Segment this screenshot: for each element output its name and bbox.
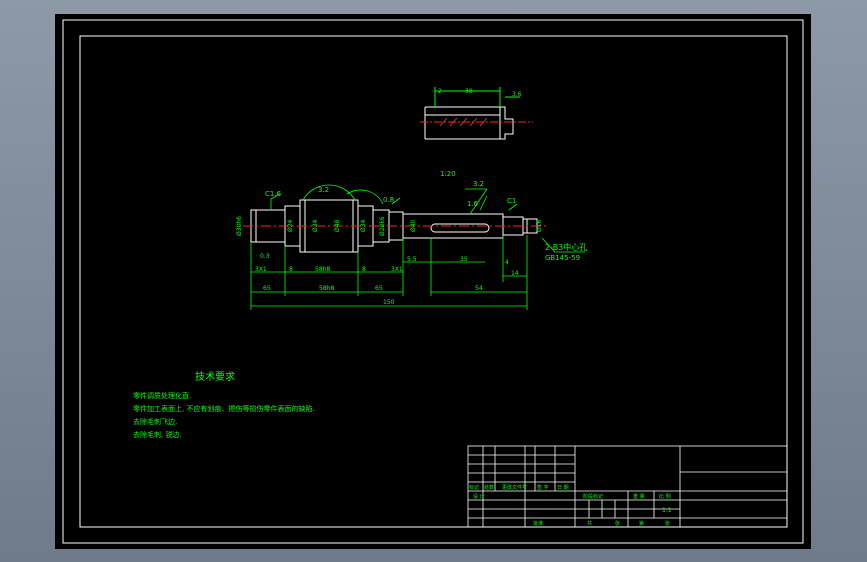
key-dim-1: 2 xyxy=(438,88,442,95)
svg-text:54: 54 xyxy=(475,285,483,292)
rough-1: 3.2 xyxy=(318,186,329,194)
svg-text:Ø24: Ø24 xyxy=(287,219,294,232)
svg-text:张: 张 xyxy=(665,520,670,527)
svg-text:3X1: 3X1 xyxy=(255,266,267,273)
key-dim-2: 38 xyxy=(465,88,473,95)
svg-text:8: 8 xyxy=(362,266,366,273)
svg-text:58h8: 58h8 xyxy=(319,285,334,292)
svg-text:第: 第 xyxy=(639,520,644,527)
rough-2: 0.8 xyxy=(383,196,394,204)
inner-frame xyxy=(79,35,788,528)
svg-text:张: 张 xyxy=(615,520,620,527)
center-hole-2: GB145-59 xyxy=(545,254,580,262)
title-block-text: 标记 处数 更改文件号 签 字 日 期 设 计 阶段标记 重 量 比 例 1:1… xyxy=(469,484,672,527)
svg-text:日 期: 日 期 xyxy=(557,485,569,491)
svg-text:Ø34: Ø34 xyxy=(312,219,319,232)
notes-title: 技术要求 xyxy=(195,370,235,383)
rough-4: 1.6 xyxy=(467,200,479,208)
svg-text:Ø30h6: Ø30h6 xyxy=(236,216,243,236)
note-3: 去除毛刺飞边. xyxy=(133,417,177,426)
svg-text:签 字: 签 字 xyxy=(537,484,549,491)
outer-frame xyxy=(62,19,804,544)
center-hole-1: 2-B3中心孔 xyxy=(545,242,587,252)
svg-text:35: 35 xyxy=(460,256,468,263)
note-4: 去除毛刺, 锐边. xyxy=(133,430,182,439)
svg-text:阶段标记: 阶段标记 xyxy=(583,493,603,500)
callouts: C1.6 3.2 0.8 1:20 3.2 1.6 C1 2-B3中心孔 GB1… xyxy=(260,170,587,262)
svg-text:标记: 标记 xyxy=(469,484,479,491)
svg-text:65: 65 xyxy=(375,285,383,292)
rough-3: 3.2 xyxy=(473,180,484,188)
svg-text:8: 8 xyxy=(289,266,293,273)
svg-text:Ø28k6: Ø28k6 xyxy=(379,216,386,236)
svg-text:150: 150 xyxy=(383,299,395,306)
chamfer-right: C1 xyxy=(507,197,516,205)
svg-text:58h8: 58h8 xyxy=(315,266,330,273)
svg-text:3X1: 3X1 xyxy=(391,266,403,273)
svg-text:Ø48: Ø48 xyxy=(334,219,341,232)
svg-text:Ø40: Ø40 xyxy=(410,219,417,232)
cad-drawing: 2 38 3.6 Ø30h6 Ø24 Ø34 Ø48 Ø34 Ø28k6 Ø40… xyxy=(55,14,811,549)
svg-text:重 量: 重 量 xyxy=(633,493,645,500)
note-2: 零件加工表面上, 不应有划痕、擦伤等损伤零件表面的缺陷. xyxy=(133,404,315,413)
key-detail: 2 38 3.6 xyxy=(420,87,533,140)
drawing-canvas: 2 38 3.6 Ø30h6 Ø24 Ø34 Ø48 Ø34 Ø28k6 Ø40… xyxy=(62,19,804,544)
svg-text:1:1: 1:1 xyxy=(662,507,672,514)
svg-text:14: 14 xyxy=(511,270,519,277)
leader-arcs xyxy=(270,184,585,253)
svg-text:Ø34: Ø34 xyxy=(360,219,367,232)
svg-text:共: 共 xyxy=(587,520,592,527)
svg-text:65: 65 xyxy=(263,285,271,292)
dia-note: 0.3 xyxy=(260,253,270,260)
technical-notes: 技术要求 零件调质处理化直. 零件加工表面上, 不应有划痕、擦伤等损伤零件表面的… xyxy=(133,370,315,439)
svg-text:批准: 批准 xyxy=(533,520,543,527)
svg-text:设 计: 设 计 xyxy=(473,493,485,500)
svg-text:5.5: 5.5 xyxy=(407,256,417,263)
dimension-texts: 3X1 8 58h8 8 3X1 5.5 35 4 14 65 58h8 65 … xyxy=(255,256,519,306)
svg-text:4: 4 xyxy=(505,259,509,266)
svg-text:Ø16: Ø16 xyxy=(536,219,543,232)
svg-text:比 例: 比 例 xyxy=(659,493,671,500)
key-dim-3: 3.6 xyxy=(512,91,522,98)
taper: 1:20 xyxy=(440,170,456,178)
chamfer-left: C1.6 xyxy=(265,190,282,198)
svg-text:更改文件号: 更改文件号 xyxy=(502,484,527,491)
svg-text:处数: 处数 xyxy=(484,484,494,491)
note-1: 零件调质处理化直. xyxy=(133,391,191,400)
